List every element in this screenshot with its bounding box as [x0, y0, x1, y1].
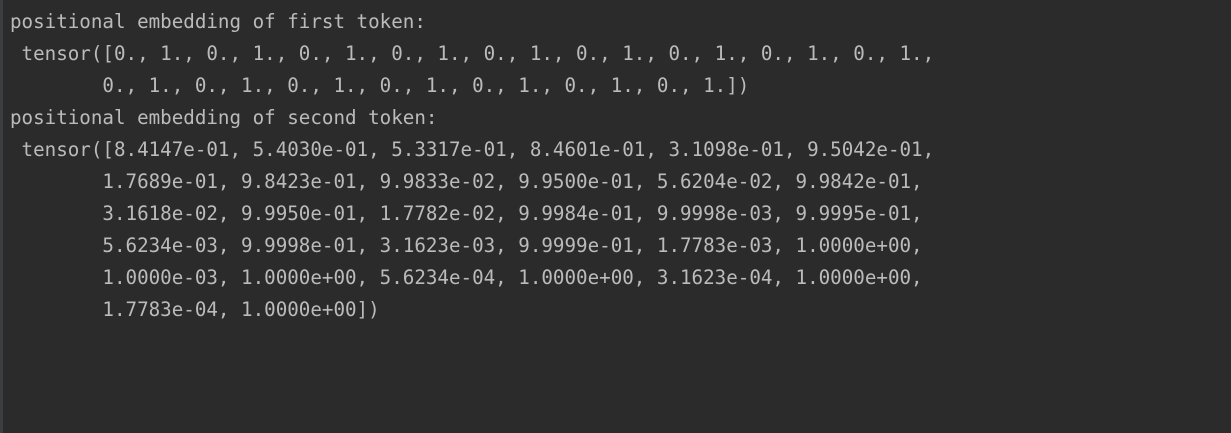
console-line-second-tensor-row-3: 3.1618e-02, 9.9950e-01, 1.7782e-02, 9.99…	[10, 202, 923, 225]
console-line-second-tensor-row-1: tensor([8.4147e-01, 5.4030e-01, 5.3317e-…	[10, 138, 935, 161]
console-line-first-tensor-row-2: 0., 1., 0., 1., 0., 1., 0., 1., 0., 1., …	[10, 74, 750, 97]
console-output[interactable]: positional embedding of first token: ten…	[10, 6, 1223, 326]
console-line-second-tensor-row-2: 1.7689e-01, 9.8423e-01, 9.9833e-02, 9.95…	[10, 170, 923, 193]
run-console-panel: positional embedding of first token: ten…	[0, 0, 1231, 433]
console-line-first-token-heading: positional embedding of first token:	[10, 10, 426, 33]
console-line-second-tensor-row-5: 1.0000e-03, 1.0000e+00, 5.6234e-04, 1.00…	[10, 266, 923, 289]
console-line-second-tensor-row-4: 5.6234e-03, 9.9998e-01, 3.1623e-03, 9.99…	[10, 234, 923, 257]
console-line-second-tensor-row-6: 1.7783e-04, 1.0000e+00])	[10, 298, 380, 321]
console-line-second-token-heading: positional embedding of second token:	[10, 106, 438, 129]
console-line-first-tensor-row-1: tensor([0., 1., 0., 1., 0., 1., 0., 1., …	[10, 42, 935, 65]
